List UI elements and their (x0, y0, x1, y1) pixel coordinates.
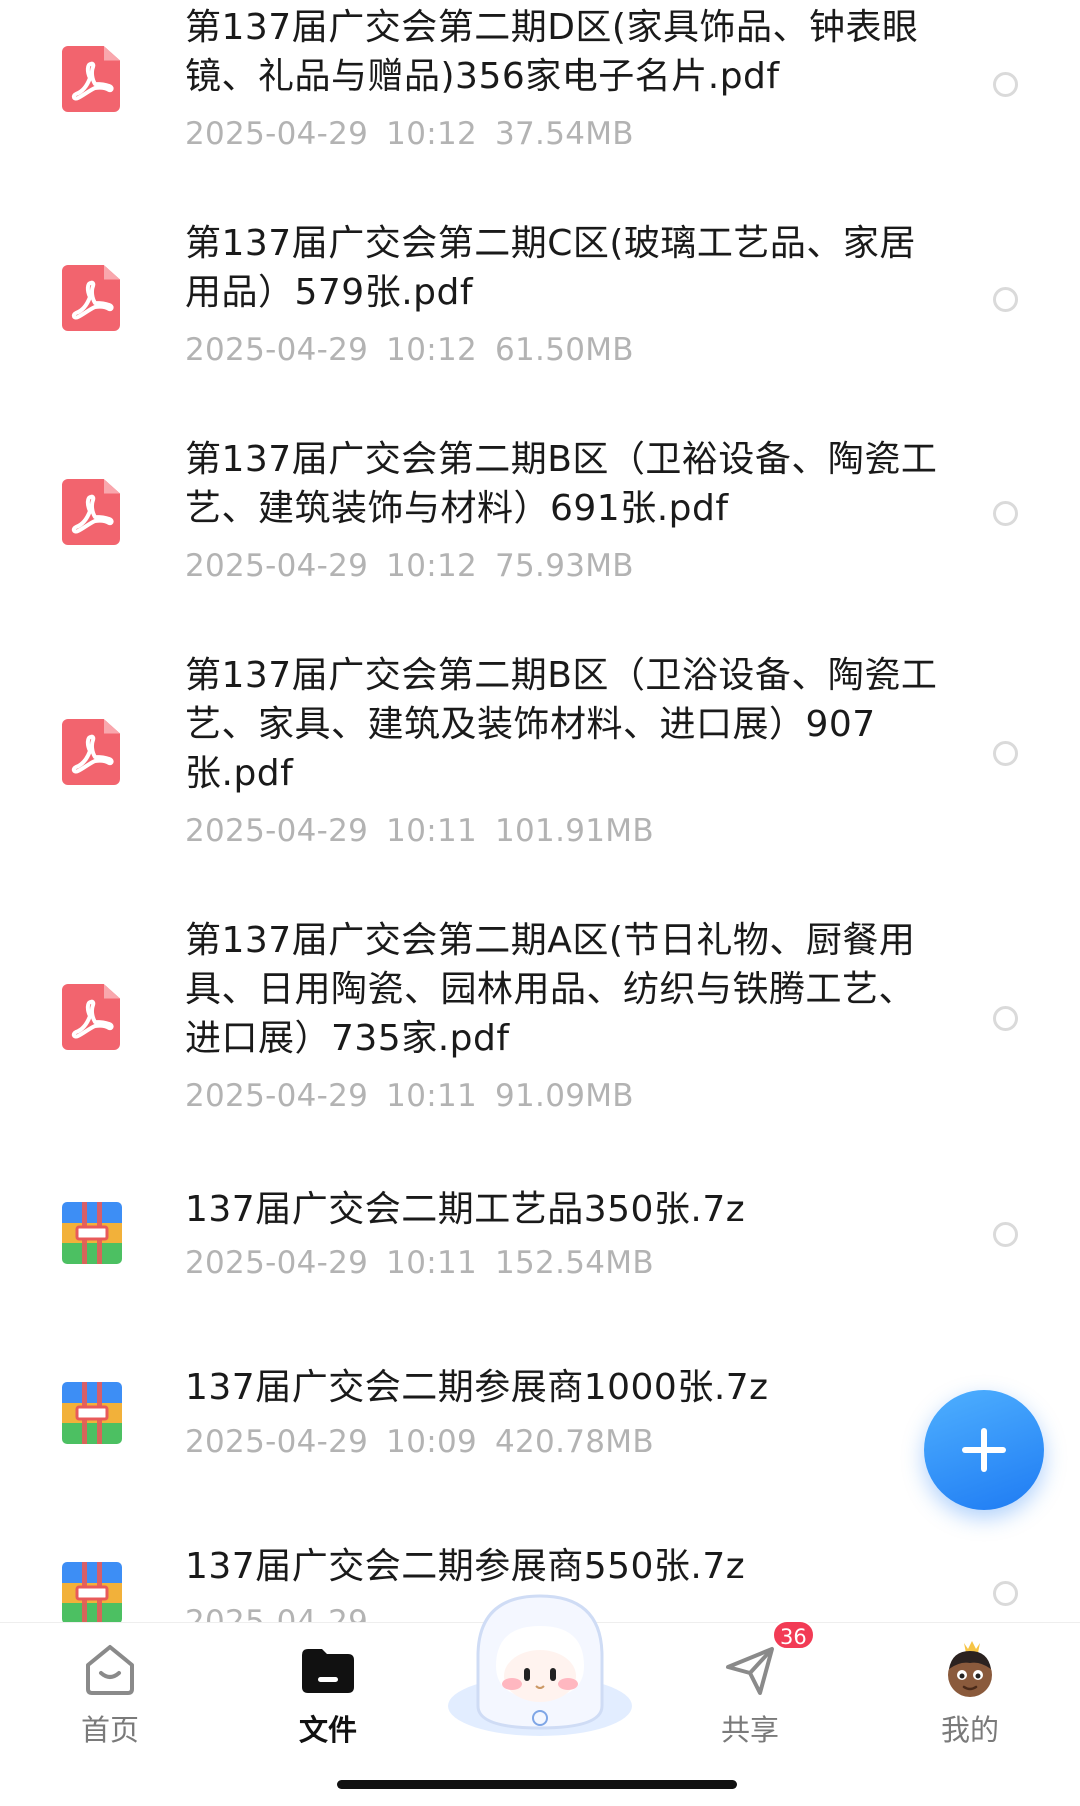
file-time: 10:11 (386, 1078, 478, 1114)
file-size: 91.09MB (495, 1078, 634, 1114)
file-time: 10:11 (386, 813, 478, 849)
file-size: 37.54MB (495, 116, 634, 152)
share-icon (726, 1647, 774, 1695)
select-radio[interactable] (993, 72, 1018, 97)
pdf-file-icon (62, 479, 120, 545)
pdf-file-icon (62, 719, 120, 785)
folder-icon (302, 1649, 354, 1693)
tab-label: 首页 (80, 1713, 139, 1747)
tab-label: 共享 (720, 1713, 779, 1747)
file-name: 第137届广交会第二期B区（卫裕设备、陶瓷工艺、建筑装饰与材料）691张.pdf (185, 439, 938, 529)
select-radio[interactable] (993, 1006, 1018, 1031)
file-date: 2025-04-29 (185, 1245, 369, 1281)
select-radio[interactable] (993, 1222, 1018, 1247)
select-radio[interactable] (993, 287, 1018, 312)
select-radio[interactable] (993, 741, 1018, 766)
file-name: 第137届广交会第二期B区（卫浴设备、陶瓷工艺、家具、建筑及装饰材料、进口展）9… (185, 655, 938, 794)
file-meta: 2025-04-29 10:12 37.54MB (185, 116, 634, 152)
file-date: 2025-04-29 (185, 1078, 369, 1114)
home-icon (86, 1645, 134, 1695)
tab-label: 文件 (298, 1713, 357, 1747)
file-time: 10:12 (386, 548, 478, 584)
archive-file-icon (60, 1200, 124, 1266)
tab-me[interactable]: 我的 (900, 1623, 1040, 1753)
file-manager-screen: 第137届广交会第二期D区(家具饰品、钟表眼镜、礼品与赠品)356家电子名片.p… (0, 0, 1080, 1806)
file-date: 2025-04-29 (185, 116, 369, 152)
add-button[interactable] (924, 1390, 1044, 1510)
select-radio[interactable] (993, 501, 1018, 526)
file-date: 2025-04-29 (185, 813, 369, 849)
file-meta: 2025-04-29 10:11 101.91MB (185, 813, 654, 849)
pdf-file-icon (62, 265, 120, 331)
pdf-file-icon (62, 984, 120, 1050)
file-time: 10:09 (386, 1424, 478, 1460)
archive-file-icon (60, 1380, 124, 1446)
file-size: 61.50MB (495, 332, 634, 368)
file-size: 75.93MB (495, 548, 634, 584)
share-badge: 36 (772, 1620, 815, 1650)
tab-home[interactable]: 首页 (40, 1623, 180, 1753)
file-time: 10:12 (386, 332, 478, 368)
file-meta: 2025-04-29 10:12 61.50MB (185, 332, 634, 368)
file-name: 137届广交会二期参展商1000张.7z (185, 1367, 769, 1408)
file-name: 第137届广交会第二期D区(家具饰品、钟表眼镜、礼品与赠品)356家电子名片.p… (185, 7, 919, 97)
file-meta: 2025-04-29 10:12 75.93MB (185, 548, 634, 584)
tab-files[interactable]: 文件 (258, 1623, 398, 1753)
pdf-file-icon (62, 46, 120, 112)
home-indicator (337, 1780, 737, 1789)
archive-file-icon (60, 1560, 124, 1626)
file-meta: 2025-04-29 10:11 152.54MB (185, 1245, 654, 1281)
file-size: 152.54MB (495, 1245, 654, 1281)
select-radio[interactable] (993, 1581, 1018, 1606)
tab-label: 我的 (940, 1713, 999, 1747)
file-name: 第137届广交会第二期A区(节日礼物、厨餐用具、日用陶瓷、园林用品、纺织与铁腾工… (185, 920, 916, 1059)
file-date: 2025-04-29 (185, 332, 369, 368)
assistant-mascot-icon[interactable] (440, 1566, 640, 1741)
file-meta: 2025-04-29 10:09 420.78MB (185, 1424, 654, 1460)
file-time: 10:12 (386, 116, 478, 152)
file-name: 第137届广交会第二期C区(玻璃工艺品、家居用品）579张.pdf (185, 223, 916, 313)
file-date: 2025-04-29 (185, 548, 369, 584)
file-size: 420.78MB (495, 1424, 654, 1460)
file-time: 10:11 (386, 1245, 478, 1281)
file-meta: 2025-04-29 10:11 91.09MB (185, 1078, 634, 1114)
file-name: 137届广交会二期工艺品350张.7z (185, 1189, 746, 1230)
file-date: 2025-04-29 (185, 1424, 369, 1460)
file-size: 101.91MB (495, 813, 654, 849)
avatar-icon (948, 1641, 992, 1697)
